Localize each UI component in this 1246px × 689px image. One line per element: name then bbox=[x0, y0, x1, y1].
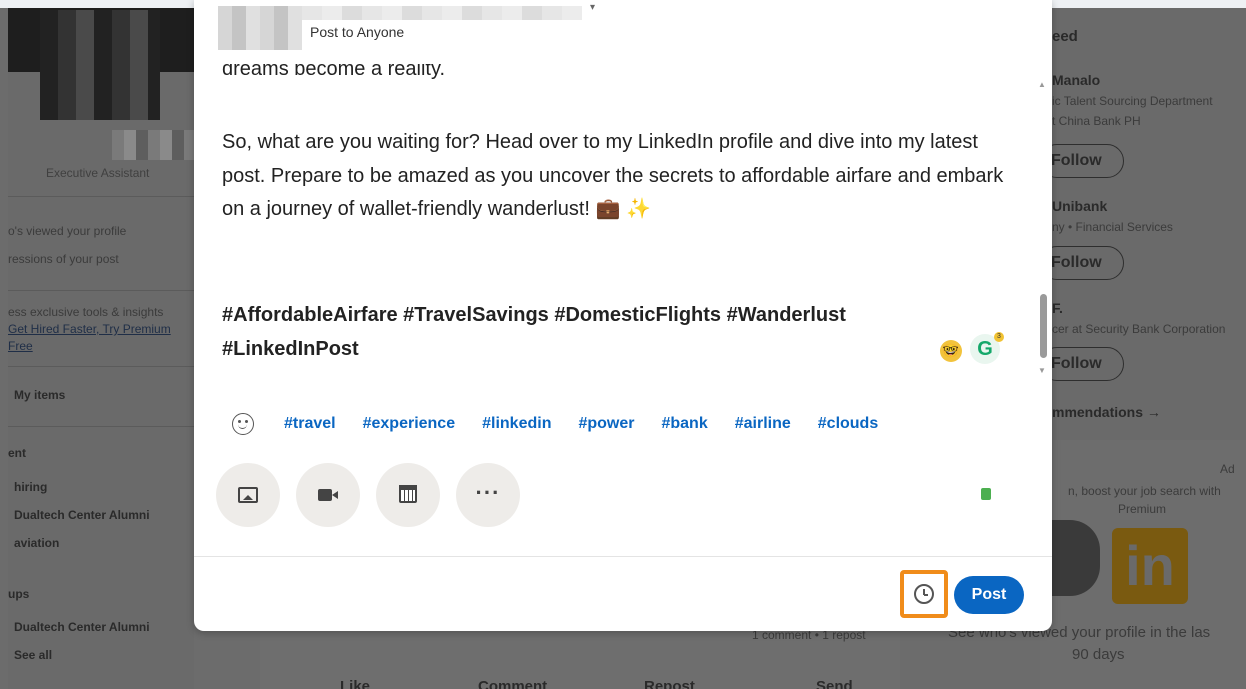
emoji-icon[interactable] bbox=[232, 413, 254, 435]
editor-hashtags-line: #AffordableAirfare #TravelSavings #Domes… bbox=[222, 304, 846, 326]
divider bbox=[8, 290, 194, 291]
recent-item[interactable]: hiring bbox=[14, 480, 47, 494]
divider bbox=[8, 366, 194, 367]
repost-button[interactable]: Repost bbox=[644, 678, 695, 689]
author-name-blurred bbox=[302, 6, 582, 20]
see-all-groups-link[interactable]: See all bbox=[14, 648, 52, 662]
add-to-feed-heading: eed bbox=[1052, 28, 1078, 45]
premium-link[interactable]: Get Hired Faster, Try Premium bbox=[8, 322, 171, 336]
premium-link-free[interactable]: Free bbox=[8, 339, 33, 353]
follow-button[interactable]: Follow bbox=[1040, 246, 1124, 280]
suggestion-name[interactable]: F. bbox=[1052, 300, 1063, 316]
my-items-link[interactable]: My items bbox=[14, 388, 65, 402]
follow-button[interactable]: Follow bbox=[1040, 144, 1124, 178]
ad-label: Ad bbox=[1220, 462, 1235, 476]
like-button[interactable]: Like bbox=[340, 678, 370, 689]
visibility-label[interactable]: Post to Anyone bbox=[310, 24, 404, 40]
hashtag-suggestion[interactable]: #linkedin bbox=[482, 415, 551, 433]
suggestion-subtitle: ic Talent Sourcing Department bbox=[1052, 94, 1213, 108]
editor-text-partial: dreams become a reality. bbox=[222, 64, 446, 80]
author-avatar bbox=[218, 6, 302, 50]
divider bbox=[8, 426, 194, 427]
view-recommendations-link[interactable]: mmendations → bbox=[1052, 404, 1161, 420]
add-video-button[interactable] bbox=[296, 463, 360, 527]
linkedin-logo-icon: in bbox=[1112, 528, 1188, 604]
recent-heading: ent bbox=[8, 446, 26, 460]
divider bbox=[8, 196, 194, 197]
clock-icon bbox=[914, 584, 934, 604]
suggestion-name[interactable]: Unibank bbox=[1052, 198, 1107, 214]
group-item[interactable]: Dualtech Center Alumni bbox=[14, 620, 150, 634]
post-composer-dialog: Post to Anyone ▾ dreams become a reality… bbox=[194, 0, 1052, 631]
recent-item[interactable]: aviation bbox=[14, 536, 59, 550]
hashtag-suggestion[interactable]: #airline bbox=[735, 415, 791, 433]
editor-paragraph: So, what are you waiting for? Head over … bbox=[222, 131, 1004, 220]
more-icon: ··· bbox=[475, 480, 501, 505]
post-text-editor[interactable]: dreams become a reality. So, what are yo… bbox=[194, 64, 1052, 384]
follow-button[interactable]: Follow bbox=[1040, 347, 1124, 381]
post-button[interactable]: Post bbox=[954, 576, 1024, 614]
calendar-icon bbox=[399, 485, 417, 503]
suggestion-subtitle: t China Bank PH bbox=[1052, 114, 1141, 128]
add-photo-button[interactable] bbox=[216, 463, 280, 527]
premium-promo-text: ess exclusive tools & insights bbox=[8, 305, 164, 319]
image-icon bbox=[238, 487, 258, 503]
editor-hashtags-line: #LinkedInPost bbox=[222, 338, 359, 360]
scroll-down-arrow-icon[interactable]: ▼ bbox=[1038, 366, 1046, 375]
ad-text: Premium bbox=[1118, 502, 1167, 516]
groups-heading[interactable]: ups bbox=[8, 587, 29, 601]
send-button[interactable]: Send bbox=[816, 678, 853, 689]
tone-emoji-icon[interactable]: 🤓 bbox=[940, 340, 962, 362]
suggestion-subtitle: ny • Financial Services bbox=[1052, 220, 1173, 234]
hashtag-suggestion[interactable]: #bank bbox=[661, 415, 707, 433]
hashtag-suggestion[interactable]: #travel bbox=[284, 415, 336, 433]
suggestion-subtitle: cer at Security Bank Corporation bbox=[1052, 322, 1226, 336]
editor-scrollbar-thumb[interactable] bbox=[1040, 294, 1047, 358]
chevron-down-icon[interactable]: ▾ bbox=[590, 2, 595, 13]
viewed-profile-link[interactable]: o's viewed your profile bbox=[8, 224, 126, 238]
media-toolbar: ··· bbox=[216, 463, 536, 527]
hashtag-suggestion[interactable]: #experience bbox=[363, 415, 456, 433]
scroll-up-arrow-icon[interactable]: ▲ bbox=[1038, 80, 1046, 89]
status-indicator-icon bbox=[981, 488, 991, 500]
recent-item[interactable]: Dualtech Center Alumni bbox=[14, 508, 150, 522]
impressions-link[interactable]: ressions of your post bbox=[8, 252, 119, 266]
more-options-button[interactable]: ··· bbox=[456, 463, 520, 527]
suggestion-name[interactable]: Manalo bbox=[1052, 72, 1100, 88]
profile-headline: Executive Assistant bbox=[46, 166, 150, 180]
hashtag-suggestion[interactable]: #power bbox=[578, 415, 634, 433]
author-selector[interactable]: Post to Anyone ▾ bbox=[218, 0, 618, 52]
profile-name-blurred bbox=[112, 130, 194, 160]
create-event-button[interactable] bbox=[376, 463, 440, 527]
footer-divider bbox=[194, 556, 1052, 557]
video-icon bbox=[318, 489, 338, 501]
hashtag-suggestion[interactable]: #clouds bbox=[818, 415, 878, 433]
profile-avatar bbox=[40, 10, 160, 120]
ad-text: n, boost your job search with bbox=[1068, 484, 1221, 498]
schedule-post-button[interactable] bbox=[900, 570, 948, 618]
ad-headline: 90 days bbox=[1072, 646, 1125, 663]
grammarly-count-badge: 3 bbox=[994, 332, 1004, 342]
comment-button[interactable]: Comment bbox=[478, 678, 547, 689]
suggested-hashtags: #travel #experience #linkedin #power #ba… bbox=[232, 410, 905, 438]
